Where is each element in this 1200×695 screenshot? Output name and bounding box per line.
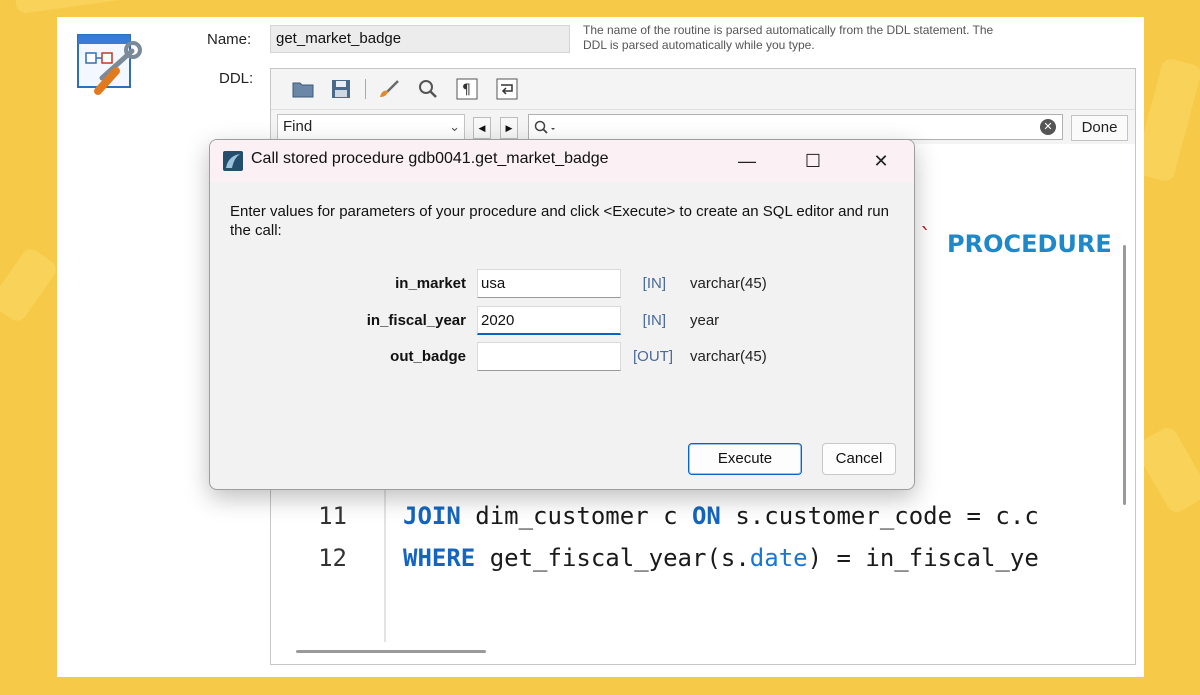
dialog-title: Call stored procedure gdb0041.get_market…	[251, 150, 609, 167]
background-shape	[0, 245, 60, 325]
sql-keyword: ON	[691, 502, 721, 530]
name-hint: The name of the routine is parsed automa…	[583, 23, 994, 52]
code-token: get_fiscal_year(s.	[475, 544, 750, 572]
procedure-keyword: PROCEDURE	[947, 230, 1112, 258]
routine-name-field[interactable]: get_market_badge	[270, 25, 570, 53]
clear-search-icon[interactable]: ✕	[1040, 119, 1056, 135]
code-text: WHERE get_fiscal_year(s.date) = in_fisca…	[403, 537, 1039, 579]
code-line: 12 WHERE get_fiscal_year(s.date) = in_fis…	[271, 537, 1135, 579]
toolbar-separator	[365, 79, 366, 99]
search-icon	[534, 120, 555, 134]
execute-button[interactable]: Execute	[688, 443, 802, 475]
call-procedure-dialog: Call stored procedure gdb0041.get_market…	[209, 139, 915, 490]
code-token: s.customer_code = c.c	[720, 502, 1039, 530]
routine-icon	[76, 33, 146, 99]
param-input-in-market[interactable]: usa	[477, 269, 621, 298]
find-next-button[interactable]: ▶	[500, 117, 518, 139]
find-mode-label: Find	[283, 118, 313, 135]
workbench-app-icon	[223, 151, 243, 171]
svg-text:¶: ¶	[462, 82, 471, 98]
find-icon[interactable]	[416, 77, 440, 101]
beautify-icon[interactable]	[377, 77, 401, 101]
horizontal-scrollbar[interactable]	[296, 650, 486, 653]
cancel-button[interactable]: Cancel	[822, 443, 896, 475]
param-type-in-market: varchar(45)	[690, 275, 767, 292]
find-previous-button[interactable]: ◀	[473, 117, 491, 139]
code-text: JOIN dim_customer c ON s.customer_code =…	[403, 495, 1039, 537]
dialog-titlebar: Call stored procedure gdb0041.get_market…	[210, 140, 914, 182]
param-type-out-badge: varchar(45)	[690, 348, 767, 365]
param-input-out-badge[interactable]	[477, 342, 621, 371]
sql-keyword: JOIN	[403, 502, 461, 530]
sql-keyword: WHERE	[403, 544, 476, 572]
search-input[interactable]: ✕	[528, 114, 1063, 140]
maximize-button[interactable]: ☐	[791, 145, 835, 177]
code-token: dim_customer c	[460, 502, 692, 530]
param-label-out-badge: out_badge	[390, 348, 466, 365]
param-label-in-market: in_market	[395, 275, 466, 292]
background-shape	[14, 0, 166, 15]
find-mode-select[interactable]: Find ⌄	[277, 114, 465, 140]
param-direction-in-fiscal-year: [IN]	[642, 312, 666, 329]
done-button[interactable]: Done	[1071, 115, 1128, 141]
param-label-in-fiscal-year: in_fiscal_year	[366, 312, 466, 329]
line-number: 11	[318, 502, 347, 530]
dialog-instructions: Enter values for parameters of your proc…	[230, 203, 889, 239]
param-input-in-fiscal-year[interactable]: 2020	[477, 306, 621, 335]
chevron-down-icon: ⌄	[449, 119, 460, 134]
code-backtick: `	[919, 225, 933, 250]
close-button[interactable]: ✕	[859, 145, 903, 177]
line-number: 12	[318, 544, 347, 572]
sql-keyword: date	[749, 544, 808, 572]
wrap-icon[interactable]	[495, 77, 519, 101]
code-line: 11 JOIN dim_customer c ON s.customer_code…	[271, 495, 1135, 537]
save-icon[interactable]	[329, 77, 353, 101]
param-direction-out-badge: [OUT]	[633, 348, 673, 365]
param-direction-in-market: [IN]	[642, 275, 666, 292]
code-token: ) = in_fiscal_ye	[807, 544, 1039, 572]
editor-toolbar: ¶	[271, 69, 1135, 110]
paragraph-icon[interactable]: ¶	[455, 77, 479, 101]
folder-icon[interactable]	[291, 77, 315, 101]
ddl-label: DDL:	[219, 70, 254, 87]
minimize-button[interactable]: —	[725, 145, 769, 177]
name-label: Name:	[207, 31, 252, 48]
param-type-in-fiscal-year: year	[690, 312, 720, 329]
vertical-scrollbar[interactable]	[1123, 245, 1126, 505]
